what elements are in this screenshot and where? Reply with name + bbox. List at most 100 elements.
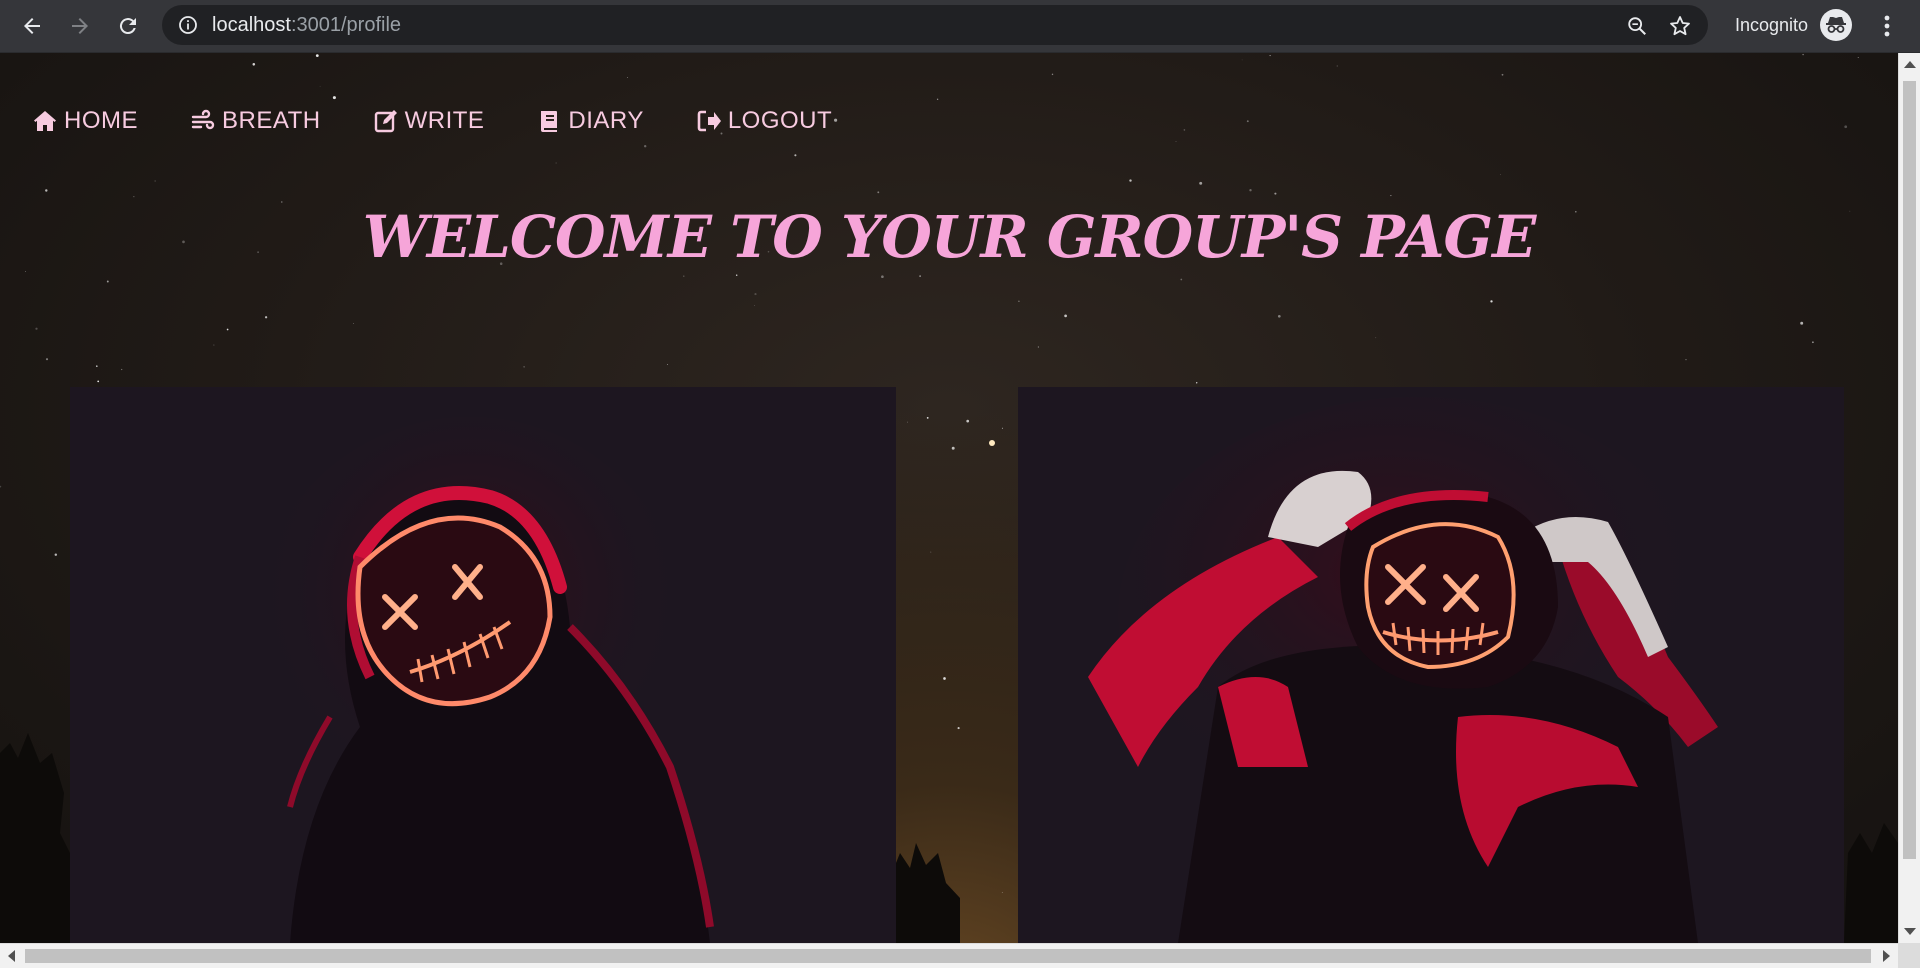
nav-write[interactable]: WRITE [373,107,485,135]
forward-icon [72,18,88,34]
browser-toolbar: localhost:3001/profile Incognito [0,0,1920,53]
address-bar[interactable]: localhost:3001/profile [162,5,1708,45]
bright-star [989,440,995,446]
star [1180,278,1183,281]
star [555,162,557,164]
sign-out-icon [697,110,721,132]
star [930,551,932,553]
star [754,305,755,306]
star [1336,65,1338,67]
url-text: localhost:3001/profile [212,14,402,36]
star [25,270,26,272]
star [1501,73,1504,76]
incognito-indicator[interactable]: Incognito [1735,0,1853,50]
zoom-icon[interactable] [1626,15,1648,37]
star [1241,59,1243,61]
star [264,316,268,319]
reload-button[interactable] [110,8,146,44]
nav-breath[interactable]: BREATH [190,107,321,135]
kebab-menu-button[interactable] [1872,8,1902,44]
horizontal-scrollbar[interactable] [0,943,1898,968]
star [1857,57,1859,59]
star [1018,300,1020,303]
scroll-right-icon[interactable] [1883,950,1890,962]
star [106,280,109,283]
star [1129,179,1132,182]
star [252,63,256,66]
star [133,196,135,198]
star [754,293,757,296]
star [1499,174,1502,176]
star [1183,129,1186,131]
star [1249,189,1252,192]
star [1001,891,1003,893]
nav-logout-label: LOGOUT [727,107,833,134]
vertical-scrollbar[interactable] [1898,53,1920,943]
star [683,275,685,277]
scroll-down-icon[interactable] [1904,928,1916,935]
star [881,275,884,279]
star [45,358,49,361]
star [332,96,336,100]
incognito-label: Incognito [1735,14,1809,35]
star [966,419,970,423]
forward-button[interactable] [62,8,98,44]
nav-home[interactable]: HOME [32,107,138,135]
star [926,416,929,419]
star [1802,53,1804,56]
edit-icon [374,110,397,133]
back-icon [24,18,40,34]
group-photo-2 [1018,387,1844,943]
scroll-left-icon[interactable] [8,950,15,962]
star [1812,341,1814,344]
star [315,54,319,57]
back-button[interactable] [14,8,50,44]
horizontal-scroll-thumb[interactable] [25,949,1871,963]
star [735,274,738,276]
info-icon[interactable] [178,15,198,35]
vertical-scroll-thumb[interactable] [1903,81,1916,859]
star [523,366,525,368]
star [54,553,58,556]
star [919,275,921,277]
nav-diary[interactable]: DIARY [536,107,643,135]
star [877,191,880,194]
star [1175,141,1177,142]
page-viewport: HOME BREATH WRITE DIARY LOGOUT WELCOME T… [0,53,1898,943]
star [96,365,98,367]
star [319,85,321,87]
star [1199,181,1203,185]
book-icon [541,111,558,132]
star [353,323,355,324]
scrollbar-corner [1898,943,1920,968]
star [1800,321,1804,325]
star [1064,314,1067,318]
star [1001,427,1003,429]
star [951,446,955,450]
star [1051,73,1054,76]
star [45,189,48,192]
star [213,344,215,346]
home-icon [34,111,56,131]
scroll-up-icon[interactable] [1904,61,1916,68]
star-icon[interactable] [1668,14,1692,38]
star [97,380,100,383]
star [1685,358,1687,361]
star [35,327,38,330]
star [0,485,2,488]
nav-logout[interactable]: LOGOUT [696,107,832,135]
star [794,154,797,157]
star [943,677,946,680]
star [906,421,908,423]
star [936,98,939,100]
star [627,77,628,78]
kebab-menu-icon [1884,15,1890,37]
group-photo-1 [70,387,896,943]
star [957,727,960,730]
star [1274,192,1277,195]
star [1246,120,1249,123]
star [1277,314,1281,318]
nav-write-label: WRITE [404,107,485,134]
star [1037,346,1039,348]
star [1490,300,1493,303]
